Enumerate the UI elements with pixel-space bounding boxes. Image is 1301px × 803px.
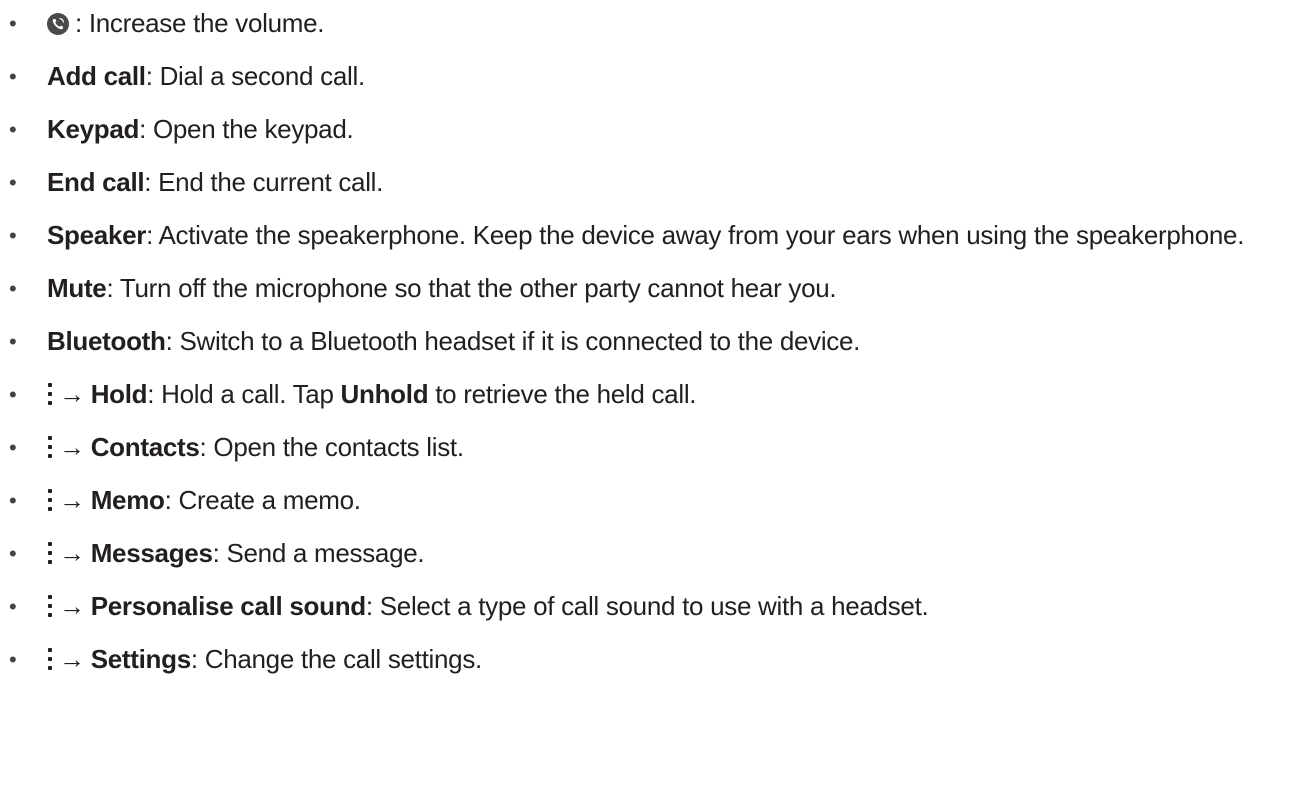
item-term: Speaker [47,220,147,250]
bullet: • [9,382,17,407]
bullet: • [9,594,17,619]
arrow: → [59,538,85,568]
item-description: : End the current call. [144,167,384,197]
more-options-icon [47,647,53,671]
item-description: : Select a type of call sound to use wit… [365,591,929,621]
arrow: → [59,432,85,462]
list-item-keypad: • Keypad: Open the keypad. [0,110,1301,149]
bullet: • [9,170,17,195]
list-item-hold: • → Hold: Hold a call. Tap Unhold to retr… [0,375,1301,414]
list-item-add-call: • Add call: Dial a second call. [0,57,1301,96]
list-item-settings: • → Settings: Change the call settings. [0,640,1301,679]
list-item-volume: • : Increase the volume. [0,4,1301,43]
item-description: : Dial a second call. [145,61,365,91]
more-options-icon [47,541,53,565]
item-term: Hold [90,379,148,409]
more-options-icon [47,594,53,618]
bullet: • [9,647,17,672]
bullet: • [9,117,17,142]
bullet: • [9,329,17,354]
arrow: → [59,591,85,621]
item-term: Mute [47,273,107,303]
list-item-mute: • Mute: Turn off the microphone so that … [0,269,1301,308]
item-term: Messages [90,538,213,568]
item-description: : Create a memo. [164,485,361,515]
list-item-speaker: • Speaker: Activate the speakerphone. Ke… [0,216,1301,255]
item-description: : Open the contacts list. [199,432,465,462]
item-description: : Switch to a Bluetooth headset if it is… [165,326,861,356]
list-item-end-call: • End call: End the current call. [0,163,1301,202]
item-description: : Change the call settings. [190,644,482,674]
bullet: • [9,276,17,301]
item-description: : Send a message. [212,538,425,568]
bullet: • [9,541,17,566]
arrow: → [59,379,85,409]
more-options-icon [47,488,53,512]
more-options-icon [47,435,53,459]
item-term-secondary: Unhold [340,379,429,409]
volume-up-phone-icon [47,13,69,35]
item-term: Contacts [90,432,200,462]
item-term: End call [47,167,145,197]
item-term: Settings [90,644,191,674]
item-description: : Open the keypad. [139,114,354,144]
bullet: • [9,11,17,36]
bullet: • [9,223,17,248]
item-term: Add call [47,61,146,91]
item-term: Keypad [47,114,140,144]
bullet: • [9,488,17,513]
call-options-list: • : Increase the volume. • Add call: Dia… [0,4,1301,693]
item-description: : Activate the speakerphone. Keep the de… [146,220,1245,250]
item-term: Memo [90,485,165,515]
bullet: • [9,64,17,89]
item-term: Personalise call sound [90,591,366,621]
arrow: → [59,485,85,515]
list-item-contacts: • → Contacts: Open the contacts list. [0,428,1301,467]
item-description: : Turn off the microphone so that the ot… [106,273,837,303]
item-description: : Increase the volume. [75,8,325,38]
arrow: → [59,644,85,674]
item-term: Bluetooth [47,326,166,356]
list-item-messages: • → Messages: Send a message. [0,534,1301,573]
list-item-memo: • → Memo: Create a memo. [0,481,1301,520]
list-item-personalise-call-sound: • → Personalise call sound: Select a type… [0,587,1301,626]
list-item-bluetooth: • Bluetooth: Switch to a Bluetooth heads… [0,322,1301,361]
more-options-icon [47,382,53,406]
item-description-secondary: to retrieve the held call. [428,379,697,409]
item-description: : Hold a call. Tap [147,379,341,409]
bullet: • [9,435,17,460]
